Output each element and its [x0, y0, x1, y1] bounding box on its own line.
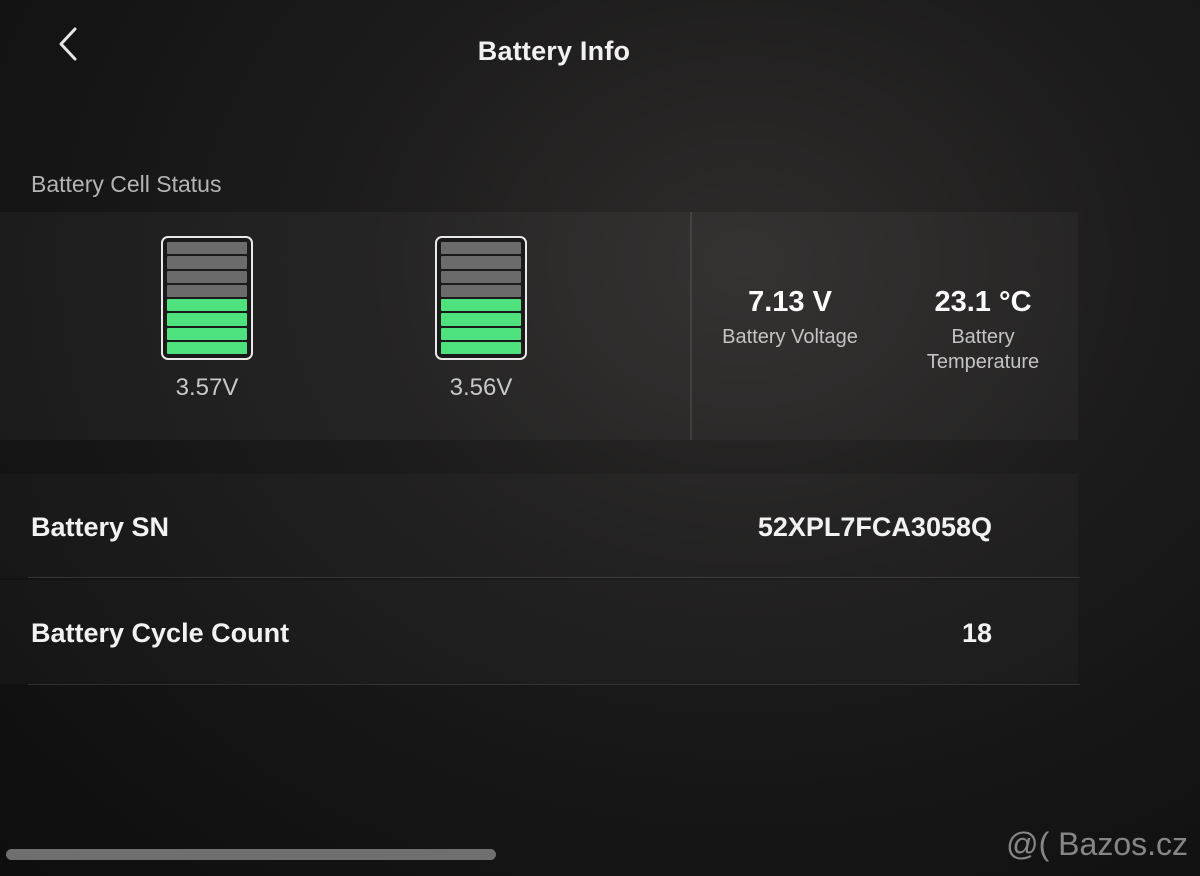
row-divider [28, 684, 1080, 685]
battery-cycle-count-row: Battery Cycle Count 18 [0, 580, 1078, 684]
battery-temperature-value: 23.1 °C [934, 286, 1032, 318]
cell-segment-filled [167, 299, 247, 312]
cell-segment-empty [441, 256, 521, 269]
cell-status-panel: 3.57V 3.56V [0, 212, 690, 440]
page-title: Battery Info [477, 36, 631, 66]
battery-temperature-label-line1: Battery [951, 326, 1015, 348]
battery-cycle-count-value: 18 [961, 618, 992, 648]
battery-voltage-value: 7.13 V [748, 286, 832, 318]
battery-voltage-stat: 7.13 V Battery Voltage [704, 286, 876, 350]
battery-temperature-label: Battery Temperature [906, 325, 1060, 375]
battery-temperature-label-line2: Temperature [926, 351, 1040, 373]
watermark: @( Bazos.cz [1006, 826, 1188, 862]
cell-segment-filled [441, 327, 521, 340]
cell-segment-empty [167, 284, 247, 297]
battery-cycle-count-label: Battery Cycle Count [31, 618, 290, 648]
battery-temperature-stat: 23.1 °C Battery Temperature [906, 286, 1060, 375]
battery-cell-1: 3.57V [157, 236, 257, 402]
horizontal-scrollbar[interactable] [6, 849, 496, 860]
section-label-cell-status: Battery Cell Status [31, 171, 222, 197]
cell-segment-empty [167, 270, 247, 283]
battery-cell-icon [161, 236, 253, 360]
cell-segment-empty [167, 256, 247, 269]
cell-segment-empty [167, 242, 247, 255]
cell-segment-filled [441, 341, 521, 354]
battery-sn-row: Battery SN 52XPL7FCA3058Q [0, 474, 1078, 578]
cell-voltage: 3.56V [449, 374, 513, 401]
cell-segment-empty [441, 270, 521, 283]
cell-segment-filled [167, 313, 247, 326]
cell-segment-filled [167, 327, 247, 340]
battery-cell-2: 3.56V [431, 236, 531, 402]
cell-segment-empty [441, 284, 521, 297]
battery-cell-icon [435, 236, 527, 360]
cell-segment-filled [441, 299, 521, 312]
cell-segment-filled [167, 341, 247, 354]
cell-voltage: 3.57V [175, 374, 239, 401]
battery-stats-panel: 7.13 V Battery Voltage 23.1 °C Battery T… [692, 212, 1078, 440]
battery-sn-value: 52XPL7FCA3058Q [757, 512, 992, 542]
cell-segment-empty [441, 242, 521, 255]
battery-sn-label: Battery SN [31, 512, 170, 542]
battery-voltage-label: Battery Voltage [722, 326, 858, 348]
cell-segment-filled [441, 313, 521, 326]
row-divider [28, 577, 1080, 578]
